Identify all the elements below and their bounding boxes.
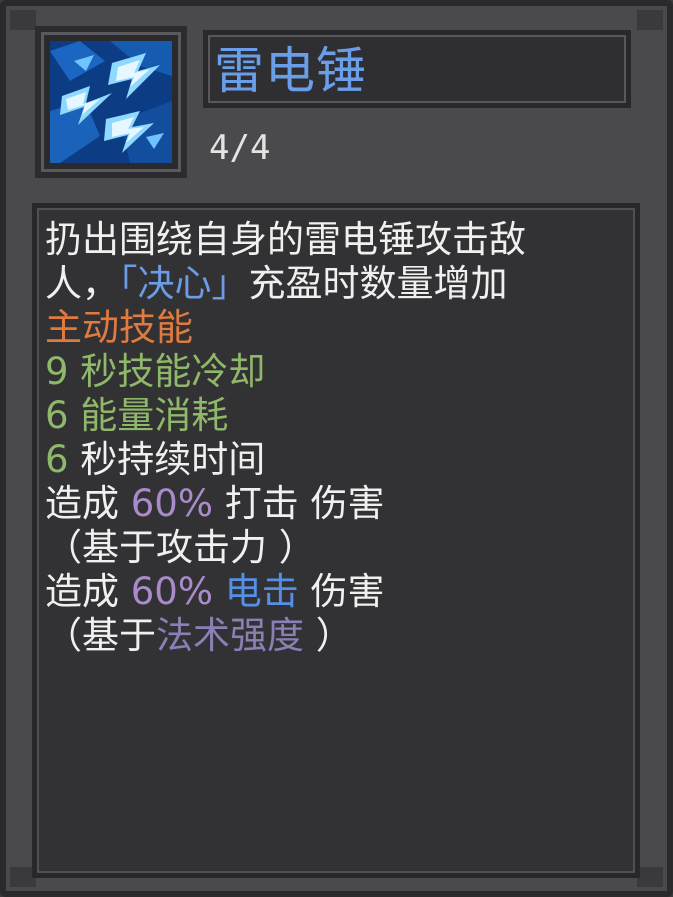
keyword-resolve: 「决心」 (119, 262, 249, 305)
damage-type-electric: 电击 (213, 570, 311, 613)
description-content: 扔出围绕自身的雷电锤攻击敌 人，「决心」充盈时数量增加 主动技能 9 秒技能冷却… (45, 218, 635, 658)
skill-icon-frame (35, 26, 187, 178)
description-text: 充盈时数量增加 (248, 262, 508, 305)
basis-open: （基于 (45, 614, 156, 657)
damage-percent: 60% (130, 482, 214, 525)
skill-type-label: 主动技能 (45, 306, 193, 349)
duration-label: 秒持续时间 (68, 438, 266, 481)
damage-prefix: 造成 (45, 482, 131, 525)
energy-cost-stat: 6 能量消耗 (45, 394, 229, 437)
panel-corner-top-left (10, 10, 36, 30)
damage-type-strike: 打击 (213, 482, 311, 525)
damage-line-physical: 造成 60% 打击 伤害 (45, 482, 635, 526)
damage-basis-attack: （基于攻击力 ） (45, 526, 316, 569)
damage-suffix: 伤害 (310, 570, 385, 613)
cooldown-stat: 9 秒技能冷却 (45, 350, 266, 393)
damage-line-electric: 造成 60% 电击 伤害 (45, 570, 635, 614)
description-box: 扔出围绕自身的雷电锤攻击敌 人，「决心」充盈时数量增加 主动技能 9 秒技能冷却… (32, 203, 640, 878)
damage-prefix: 造成 (45, 570, 131, 613)
basis-close: ） (304, 614, 353, 657)
skill-name: 雷电锤 (214, 42, 367, 100)
description-text: 人， (45, 262, 119, 305)
duration-value: 6 (45, 438, 69, 481)
skill-charges: 4/4 (209, 128, 271, 168)
basis-spell-power: 法术强度 (156, 614, 304, 657)
damage-percent: 60% (130, 570, 214, 613)
damage-basis-spell: （基于法术强度 ） (45, 614, 635, 658)
damage-suffix: 伤害 (310, 482, 385, 525)
panel-corner-top-right (637, 10, 663, 30)
panel-corner-bottom-right (637, 867, 663, 887)
skill-name-box: 雷电锤 (203, 30, 631, 108)
description-line-2: 人，「决心」充盈时数量增加 (45, 262, 635, 306)
lightning-hammer-icon (50, 41, 172, 163)
description-line-1: 扔出围绕自身的雷电锤攻击敌 (45, 218, 526, 261)
duration-stat: 6 秒持续时间 (45, 438, 635, 482)
